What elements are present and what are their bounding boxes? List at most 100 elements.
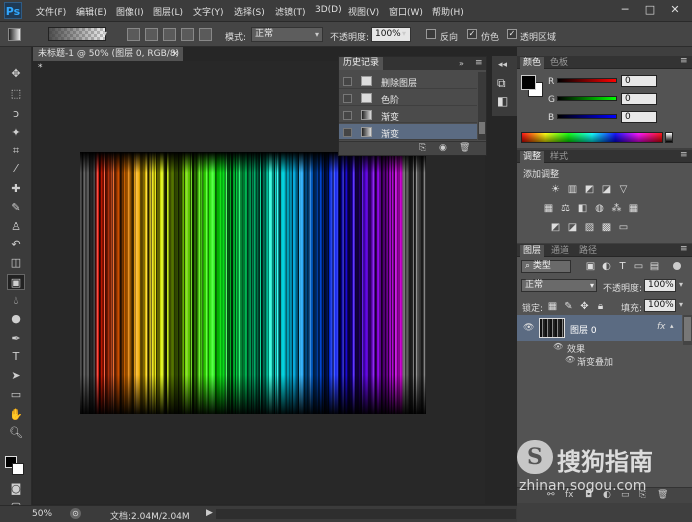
history-checkbox[interactable]: [343, 94, 352, 103]
properties-dock-icon[interactable]: ◧: [497, 94, 508, 108]
eye-icon[interactable]: 👁︎: [553, 342, 563, 351]
photo-filter-icon[interactable]: ◍: [594, 203, 605, 214]
vibrance-icon[interactable]: ▽: [618, 184, 629, 195]
status-menu-arrow-icon[interactable]: ▶: [206, 508, 213, 518]
history-item[interactable]: 色阶: [339, 90, 477, 106]
color-lookup-icon[interactable]: ▦: [628, 203, 639, 214]
history-checkbox[interactable]: [343, 111, 352, 120]
opacity-dropdown-icon[interactable]: ▾: [402, 29, 406, 38]
history-item[interactable]: 删除图层: [339, 73, 477, 89]
linear-gradient-icon[interactable]: [127, 28, 140, 41]
history-brush-tool-icon[interactable]: ↶: [7, 237, 25, 253]
selective-color-icon[interactable]: ▩: [601, 222, 612, 233]
layer-filter-select[interactable]: ⌕ 类型: [521, 260, 571, 273]
history-item[interactable]: 渐变: [339, 107, 477, 123]
panel-menu-icon[interactable]: ≡: [680, 56, 688, 66]
transparency-checkbox[interactable]: ✓: [507, 29, 517, 39]
history-dock-icon[interactable]: ⧉: [497, 76, 506, 91]
new-document-from-state-icon[interactable]: ⎘: [419, 143, 426, 153]
channel-mixer-icon[interactable]: ⁂: [611, 203, 622, 214]
restore-button[interactable]: □: [641, 2, 659, 17]
stamp-tool-icon[interactable]: ♙: [7, 219, 25, 235]
menu-select[interactable]: 选择(S): [234, 5, 265, 18]
dither-checkbox[interactable]: ✓: [467, 29, 477, 39]
layers-scrollbar[interactable]: [683, 315, 692, 345]
gradient-dropdown-icon[interactable]: ▾: [103, 29, 107, 38]
panel-menu-icon[interactable]: ≡: [680, 244, 688, 254]
black-white-icon[interactable]: ◧: [577, 203, 588, 214]
menu-file[interactable]: 文件(F): [36, 5, 66, 18]
lock-all-icon[interactable]: 🔒︎: [595, 301, 606, 312]
panel-menu-icon[interactable]: ≡: [680, 150, 688, 160]
close-window-button[interactable]: ✕: [666, 2, 684, 17]
history-checkbox[interactable]: [343, 77, 352, 86]
canvas[interactable]: [80, 152, 426, 414]
gradient-tool-icon[interactable]: ▣: [7, 274, 25, 290]
color-spectrum-bar[interactable]: [521, 132, 663, 143]
dodge-tool-icon[interactable]: ●: [7, 311, 25, 327]
eyedropper-tool-icon[interactable]: ⁄: [7, 161, 25, 177]
eye-icon[interactable]: 👁︎: [523, 323, 534, 333]
filter-toggle-icon[interactable]: [673, 262, 681, 270]
blue-slider[interactable]: [557, 114, 617, 119]
tab-paths[interactable]: 路径: [576, 245, 600, 257]
menu-filter[interactable]: 滤镜(T): [275, 5, 306, 18]
lock-position-icon[interactable]: ✥: [579, 301, 590, 312]
grayscale-ramp[interactable]: [665, 132, 673, 143]
crop-tool-icon[interactable]: ⌗: [7, 143, 25, 159]
document-tab[interactable]: 未标题-1 @ 50% (图层 0, RGB/8) * ×: [33, 47, 183, 73]
history-tab[interactable]: 历史记录: [339, 57, 384, 70]
menu-window[interactable]: 窗口(W): [389, 5, 423, 18]
lock-pixels-icon[interactable]: ✎: [563, 301, 574, 312]
diamond-gradient-icon[interactable]: [199, 28, 212, 41]
horizontal-scrollbar[interactable]: [216, 509, 516, 519]
layer-row-selected[interactable]: 👁︎ 图层 0 fx ▴: [517, 315, 682, 341]
angle-gradient-icon[interactable]: [163, 28, 176, 41]
brush-tool-icon[interactable]: ✎: [7, 200, 25, 216]
history-item-selected[interactable]: 渐变: [339, 124, 477, 140]
pen-tool-icon[interactable]: ✒: [7, 331, 25, 347]
layer-name[interactable]: 图层 0: [570, 323, 597, 336]
green-input[interactable]: 0: [621, 93, 657, 105]
reflected-gradient-icon[interactable]: [181, 28, 194, 41]
menu-3d[interactable]: 3D(D): [315, 5, 342, 15]
trash-icon[interactable]: 🗑︎: [459, 143, 470, 153]
tab-layers[interactable]: 图层: [520, 245, 545, 257]
fill-input[interactable]: 100%: [644, 299, 676, 312]
brightness-icon[interactable]: ☀: [550, 184, 561, 195]
menu-type[interactable]: 文字(Y): [193, 5, 224, 18]
gradient-map-icon[interactable]: ▭: [618, 222, 629, 233]
threshold-icon[interactable]: ▨: [584, 222, 595, 233]
mode-select[interactable]: 正常 ▾: [251, 27, 323, 42]
green-slider[interactable]: [557, 96, 617, 101]
blue-input[interactable]: 0: [621, 111, 657, 123]
quick-mask-icon[interactable]: ◙: [7, 481, 25, 497]
lock-transparent-icon[interactable]: ▦: [547, 301, 558, 312]
status-info-icon[interactable]: ⊙: [70, 508, 81, 519]
panel-menu-icon[interactable]: ≡: [475, 57, 483, 70]
filter-smart-object-icon[interactable]: ▤: [649, 261, 660, 272]
gradient-tool-preset-icon[interactable]: [8, 28, 21, 41]
menu-edit[interactable]: 编辑(E): [76, 5, 107, 18]
posterize-icon[interactable]: ◪: [567, 222, 578, 233]
effect-item-row[interactable]: 👁︎ 渐变叠加: [517, 355, 682, 368]
fill-dropdown-icon[interactable]: ▾: [679, 300, 683, 309]
opacity-dropdown-icon[interactable]: ▾: [679, 280, 683, 289]
exposure-icon[interactable]: ◪: [601, 184, 612, 195]
path-selection-tool-icon[interactable]: ➤: [7, 368, 25, 384]
menu-layer[interactable]: 图层(L): [153, 5, 183, 18]
tab-color[interactable]: 颜色: [520, 57, 545, 69]
expand-effects-icon[interactable]: ▴: [670, 322, 674, 330]
filter-shape-icon[interactable]: ▭: [633, 261, 644, 272]
type-tool-icon[interactable]: T: [7, 349, 25, 365]
menu-view[interactable]: 视图(V): [348, 5, 379, 18]
move-tool-icon[interactable]: ✥: [7, 66, 25, 82]
invert-icon[interactable]: ◩: [550, 222, 561, 233]
radial-gradient-icon[interactable]: [145, 28, 158, 41]
filter-pixel-icon[interactable]: ▣: [585, 261, 596, 272]
magic-wand-tool-icon[interactable]: ✦: [7, 125, 25, 141]
marquee-tool-icon[interactable]: ⬚: [7, 86, 25, 102]
blur-tool-icon[interactable]: 💧︎: [7, 293, 25, 309]
history-scrollbar[interactable]: [478, 72, 486, 140]
tab-swatches[interactable]: 色板: [547, 57, 571, 69]
